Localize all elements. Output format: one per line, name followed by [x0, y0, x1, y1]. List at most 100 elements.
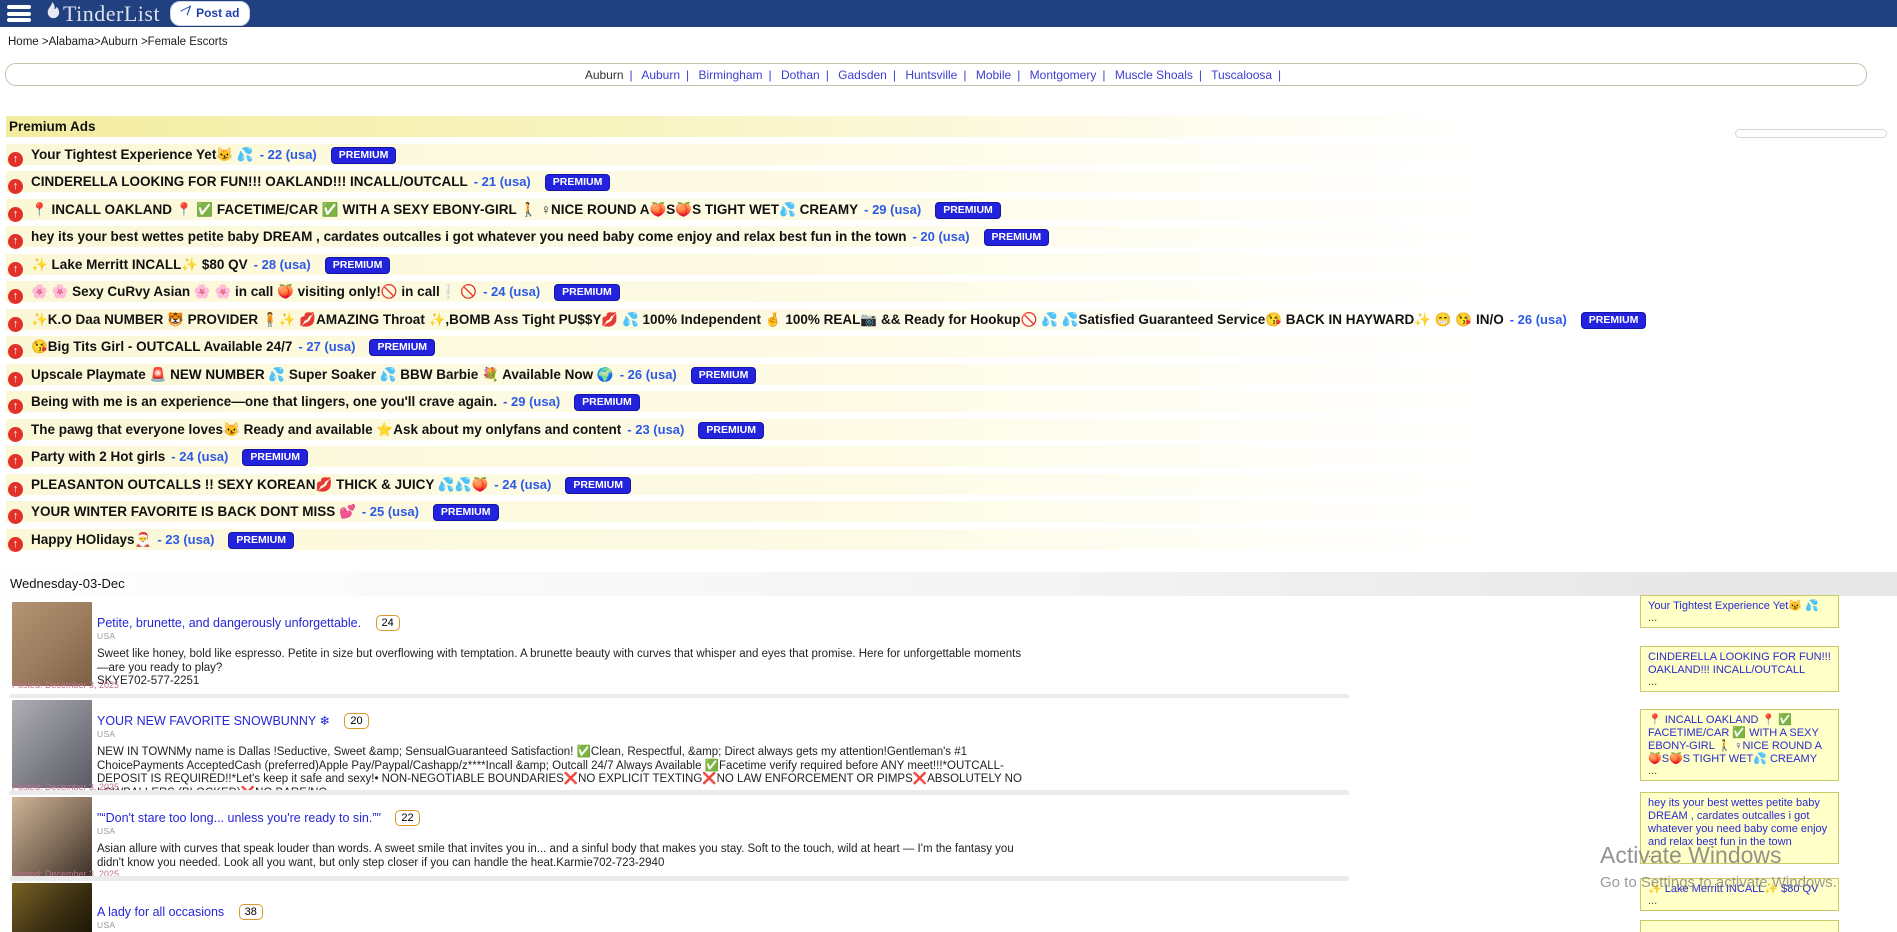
- page: TinderList Post ad Home >Alabama>Auburn …: [0, 0, 1897, 932]
- brand-logo[interactable]: TinderList: [43, 1, 160, 27]
- listing-row: Petite, brunette, and dangerously unforg…: [0, 600, 1380, 694]
- premium-ad-meta: - 26 (usa): [1510, 312, 1567, 327]
- premium-ad-title[interactable]: 📍 INCALL OAKLAND 📍 ✅ FACETIME/CAR ✅ WITH…: [31, 202, 858, 217]
- premium-ad-title[interactable]: Being with me is an experience—one that …: [31, 394, 497, 409]
- premium-ad-title[interactable]: Happy HOlidays🎅: [31, 532, 151, 547]
- flame-icon: [43, 1, 61, 26]
- listing-row: "“Don't stare too long... unless you're …: [0, 795, 1380, 875]
- sidebar-ad-box[interactable]: [1640, 920, 1839, 932]
- listing-country: USA: [97, 729, 115, 739]
- listing-description-text: Sweet like honey, bold like espresso. Pe…: [97, 648, 1021, 674]
- listing-row: YOUR NEW FAVORITE SNOWBUNNY ❄ 20 USA NEW…: [0, 698, 1380, 790]
- premium-badge: PREMIUM: [369, 339, 435, 356]
- sidebar-ad-box[interactable]: hey its your best wettes petite baby DRE…: [1640, 792, 1839, 864]
- city-separator: |: [769, 68, 772, 82]
- sidebar-ad-ellipsis: ...: [1648, 677, 1831, 688]
- bump-up-icon: ↑: [8, 317, 23, 332]
- premium-ad-row: ↑hey its your best wettes petite baby DR…: [6, 226, 1631, 247]
- city-separator: |: [630, 68, 633, 82]
- premium-ad-meta: - 24 (usa): [171, 449, 228, 464]
- city-link-muscle-shoals[interactable]: Muscle Shoals: [1115, 68, 1193, 82]
- city-link-mobile[interactable]: Mobile: [976, 68, 1011, 82]
- bump-up-icon: ↑: [8, 482, 23, 497]
- premium-badge: PREMIUM: [325, 257, 391, 274]
- premium-ad-title[interactable]: hey its your best wettes petite baby DRE…: [31, 229, 906, 244]
- posted-date: Posted: December 3, 2025: [12, 680, 119, 690]
- premium-ad-title[interactable]: ✨K.O Daa NUMBER 🐯 PROVIDER 🧍✨ 💋AMAZING T…: [31, 312, 1504, 327]
- premium-ad-title[interactable]: YOUR WINTER FAVORITE IS BACK DONT MISS 💕: [31, 504, 356, 519]
- premium-badge: PREMIUM: [554, 284, 620, 301]
- age-badge: 22: [395, 810, 419, 826]
- premium-ad-row: ↑ ✨K.O Daa NUMBER 🐯 PROVIDER 🧍✨ 💋AMAZING …: [6, 309, 1631, 330]
- city-nav: Auburn| Auburn| Birmingham| Dothan| Gads…: [5, 63, 1867, 86]
- breadcrumb[interactable]: Home >Alabama>Auburn >Female Escorts: [8, 36, 228, 48]
- listing-title[interactable]: Petite, brunette, and dangerously unforg…: [97, 616, 361, 630]
- sidebar-ad-ellipsis: ...: [1648, 896, 1831, 907]
- bump-up-icon: ↑: [8, 179, 23, 194]
- listing-title[interactable]: "“Don't stare too long... unless you're …: [97, 811, 381, 825]
- sidebar-ad-ellipsis: ...: [1648, 849, 1831, 860]
- sidebar-ad-text: Your Tightest Experience Yet😼 💦: [1648, 600, 1831, 613]
- sidebar-ad-box[interactable]: 📍 INCALL OAKLAND 📍 ✅ FACETIME/CAR ✅ WITH…: [1640, 709, 1839, 781]
- premium-badge: PREMIUM: [1581, 312, 1647, 329]
- premium-ad-meta: - 28 (usa): [254, 257, 311, 272]
- bump-up-icon: ↑: [8, 399, 23, 414]
- city-link-dothan[interactable]: Dothan: [781, 68, 820, 82]
- city-link-gadsden[interactable]: Gadsden: [838, 68, 887, 82]
- city-separator: |: [1278, 68, 1281, 82]
- bump-up-icon: ↑: [8, 372, 23, 387]
- premium-ad-title[interactable]: The pawg that everyone loves😼 Ready and …: [31, 422, 621, 437]
- listing-thumbnail[interactable]: [12, 883, 92, 932]
- sidebar-ad-text: 📍 INCALL OAKLAND 📍 ✅ FACETIME/CAR ✅ WITH…: [1648, 714, 1831, 766]
- premium-ad-meta: - 26 (usa): [620, 367, 677, 382]
- listing-country: USA: [97, 920, 115, 930]
- sidebar-ad-ellipsis: ...: [1648, 766, 1831, 777]
- premium-ad-title[interactable]: ✨ Lake Merritt INCALL✨ $80 QV: [31, 257, 248, 272]
- sidebar-ad-box[interactable]: Your Tightest Experience Yet😼 💦 ...: [1640, 595, 1839, 628]
- premium-ad-meta: - 24 (usa): [483, 284, 540, 299]
- bump-up-icon: ↑: [8, 454, 23, 469]
- age-badge: 20: [344, 713, 368, 729]
- premium-ad-title[interactable]: Upscale Playmate 🚨 NEW NUMBER 💦 Super So…: [31, 367, 614, 382]
- premium-ad-row: ↑Happy HOlidays🎅- 23 (usa)PREMIUM: [6, 529, 1631, 550]
- listing-title[interactable]: YOUR NEW FAVORITE SNOWBUNNY ❄: [97, 714, 330, 728]
- listing-thumbnail[interactable]: [12, 700, 92, 788]
- listing-thumbnail[interactable]: [12, 797, 92, 877]
- listing-thumbnail[interactable]: [12, 602, 92, 686]
- city-link-tuscaloosa[interactable]: Tuscaloosa: [1211, 68, 1272, 82]
- date-heading: Wednesday-03-Dec: [10, 576, 125, 591]
- sidebar-ad-box[interactable]: CINDERELLA LOOKING FOR FUN!!! OAKLAND!!!…: [1640, 646, 1839, 692]
- age-badge: 24: [376, 615, 400, 631]
- city-link-huntsville[interactable]: Huntsville: [905, 68, 957, 82]
- city-link-birmingham[interactable]: Birmingham: [698, 68, 762, 82]
- listing-description: Sweet like honey, bold like espresso. Pe…: [97, 648, 1022, 689]
- post-ad-label: Post ad: [196, 6, 239, 20]
- city-link-auburn[interactable]: Auburn: [641, 68, 680, 82]
- premium-ad-title[interactable]: 😘Big Tits Girl - OUTCALL Available 24/7: [31, 339, 292, 354]
- sidebar-ad-box[interactable]: ✨ Lake Merritt INCALL✨ $80 QV ...: [1640, 878, 1839, 911]
- premium-ad-title[interactable]: Your Tightest Experience Yet😼 💦: [31, 147, 254, 162]
- premium-badge: PREMIUM: [433, 504, 499, 521]
- hamburger-menu-icon[interactable]: [7, 5, 31, 22]
- premium-ad-meta: - 23 (usa): [627, 422, 684, 437]
- post-ad-button[interactable]: Post ad: [170, 1, 250, 26]
- premium-ad-title[interactable]: Party with 2 Hot girls: [31, 449, 165, 464]
- city-link-montgomery[interactable]: Montgomery: [1030, 68, 1097, 82]
- listing-title[interactable]: A lady for all occasions: [97, 905, 224, 919]
- premium-ad-meta: - 21 (usa): [474, 174, 531, 189]
- premium-badge: PREMIUM: [984, 229, 1050, 246]
- premium-ad-title[interactable]: CINDERELLA LOOKING FOR FUN!!! OAKLAND!!!…: [31, 174, 468, 189]
- bump-up-icon: ↑: [8, 427, 23, 442]
- premium-ad-title[interactable]: 🌸 🌸 Sexy CuRvy Asian 🌸 🌸 in call 🍑 visit…: [31, 284, 477, 299]
- floating-empty-box: [1735, 129, 1887, 138]
- premium-ad-meta: - 27 (usa): [298, 339, 355, 354]
- premium-ad-meta: - 29 (usa): [864, 202, 921, 217]
- premium-ad-meta: - 20 (usa): [912, 229, 969, 244]
- city-separator: |: [686, 68, 689, 82]
- premium-ad-title[interactable]: PLEASANTON OUTCALLS !! SEXY KOREAN💋 THIC…: [31, 477, 488, 492]
- city-separator: |: [1102, 68, 1105, 82]
- bump-up-icon: ↑: [8, 344, 23, 359]
- city-separator: |: [963, 68, 966, 82]
- bump-up-icon: ↑: [8, 289, 23, 304]
- premium-badge: PREMIUM: [691, 367, 757, 384]
